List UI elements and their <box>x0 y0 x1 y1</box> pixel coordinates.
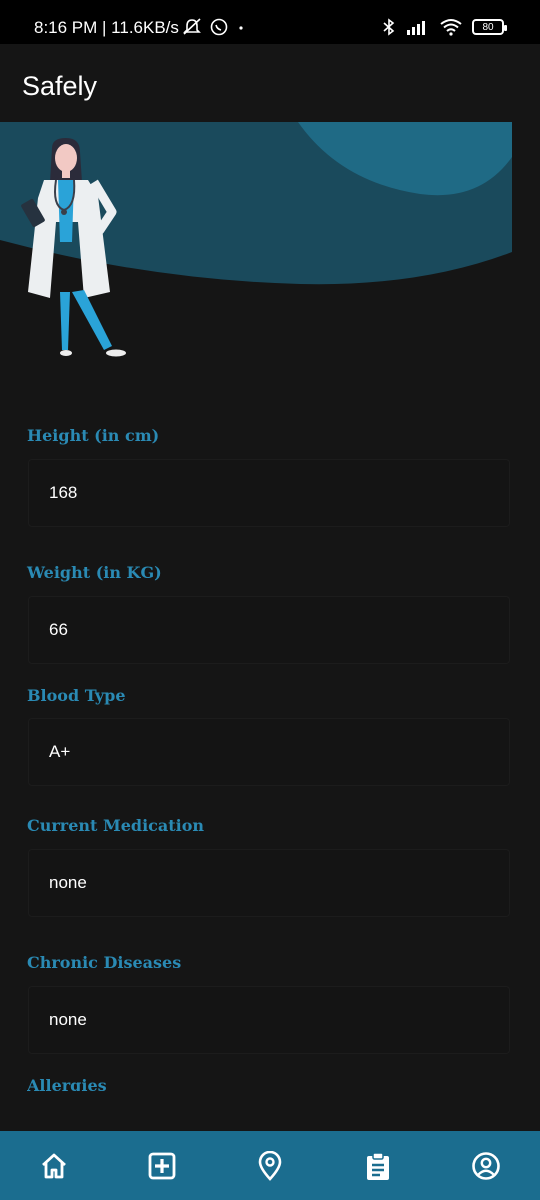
blood-type-label: Blood Type <box>27 686 126 705</box>
status-left-icons <box>182 18 246 36</box>
chronic-diseases-value: none <box>49 1010 87 1029</box>
status-time-speed: 8:16 PM | 11.6KB/s <box>34 18 179 37</box>
bottom-nav <box>0 1131 540 1200</box>
hero-illustration <box>0 122 512 357</box>
whatsapp-icon <box>210 18 228 36</box>
status-right-icons: 80 <box>382 18 507 36</box>
current-medication-label: Current Medication <box>27 816 205 835</box>
current-medication-field[interactable]: none <box>28 849 510 917</box>
app-bar: Safely <box>0 44 540 122</box>
nav-location-button[interactable] <box>240 1136 300 1196</box>
nav-home-button[interactable] <box>24 1136 84 1196</box>
wifi-icon <box>440 19 462 36</box>
mute-bell-icon <box>183 18 201 35</box>
status-bar: 8:16 PM | 11.6KB/s 80 <box>0 0 540 44</box>
battery-level: 80 <box>482 21 494 33</box>
dot-icon <box>239 26 243 30</box>
signal-icon <box>407 21 425 35</box>
bluetooth-icon <box>383 18 395 36</box>
allergies-label: Allergies <box>27 1076 107 1091</box>
height-value: 168 <box>49 483 78 502</box>
home-icon <box>42 1153 66 1178</box>
hero-banner <box>0 122 540 372</box>
blood-type-field[interactable]: A+ <box>28 718 510 786</box>
clipboard-icon <box>367 1151 389 1180</box>
weight-value: 66 <box>49 620 68 639</box>
medical-plus-icon <box>148 1152 176 1179</box>
chronic-diseases-label: Chronic Diseases <box>27 953 182 972</box>
height-field[interactable]: 168 <box>28 459 510 527</box>
nav-clipboard-button[interactable] <box>348 1136 408 1196</box>
nav-profile-button[interactable] <box>456 1136 516 1196</box>
height-label: Height (in cm) <box>27 426 160 445</box>
weight-field[interactable]: 66 <box>28 596 510 664</box>
blood-type-value: A+ <box>49 742 71 761</box>
chronic-diseases-field[interactable]: none <box>28 986 510 1054</box>
battery-icon: 80 <box>472 19 507 35</box>
nav-medical-button[interactable] <box>132 1136 192 1196</box>
profile-icon <box>472 1151 500 1180</box>
weight-label: Weight (in KG) <box>27 563 162 582</box>
location-pin-icon <box>258 1150 282 1181</box>
app-title: Safely <box>22 71 98 101</box>
current-medication-value: none <box>49 873 87 892</box>
